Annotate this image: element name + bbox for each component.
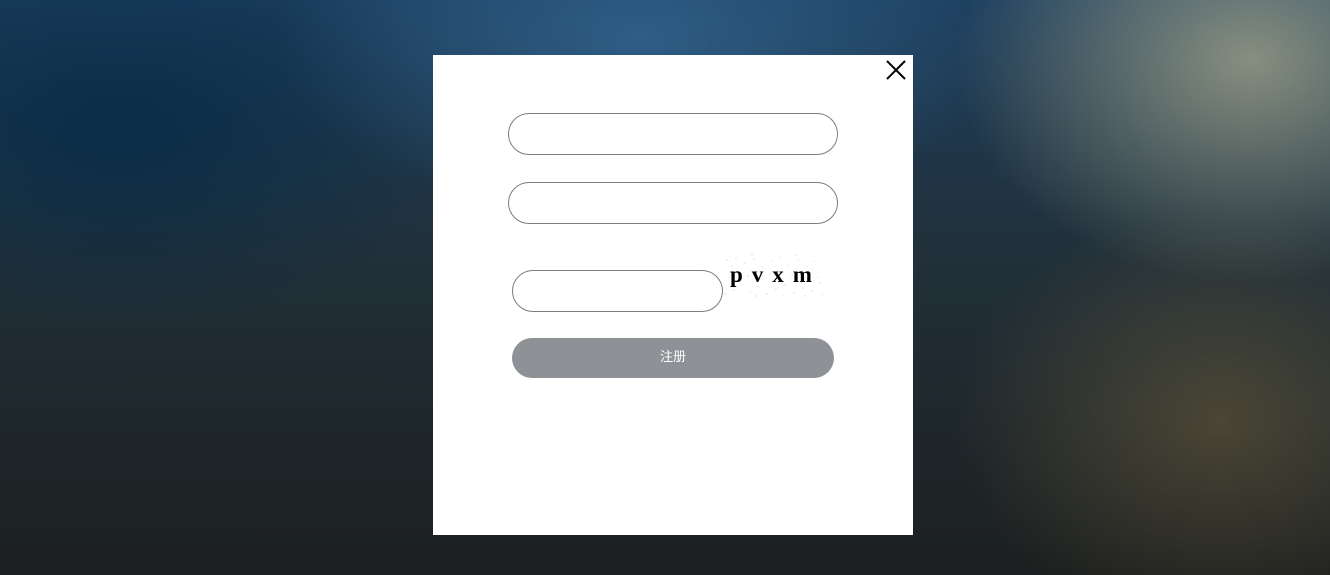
username-input[interactable] bbox=[508, 113, 838, 155]
password-input[interactable] bbox=[508, 182, 838, 224]
close-button[interactable] bbox=[884, 58, 908, 82]
register-modal: pvxm 注册 bbox=[433, 55, 913, 535]
captcha-image[interactable]: pvxm bbox=[723, 254, 823, 298]
register-button[interactable]: 注册 bbox=[512, 338, 834, 378]
captcha-input[interactable] bbox=[512, 270, 723, 312]
captcha-text: pvxm bbox=[730, 262, 821, 287]
close-icon bbox=[886, 60, 906, 80]
